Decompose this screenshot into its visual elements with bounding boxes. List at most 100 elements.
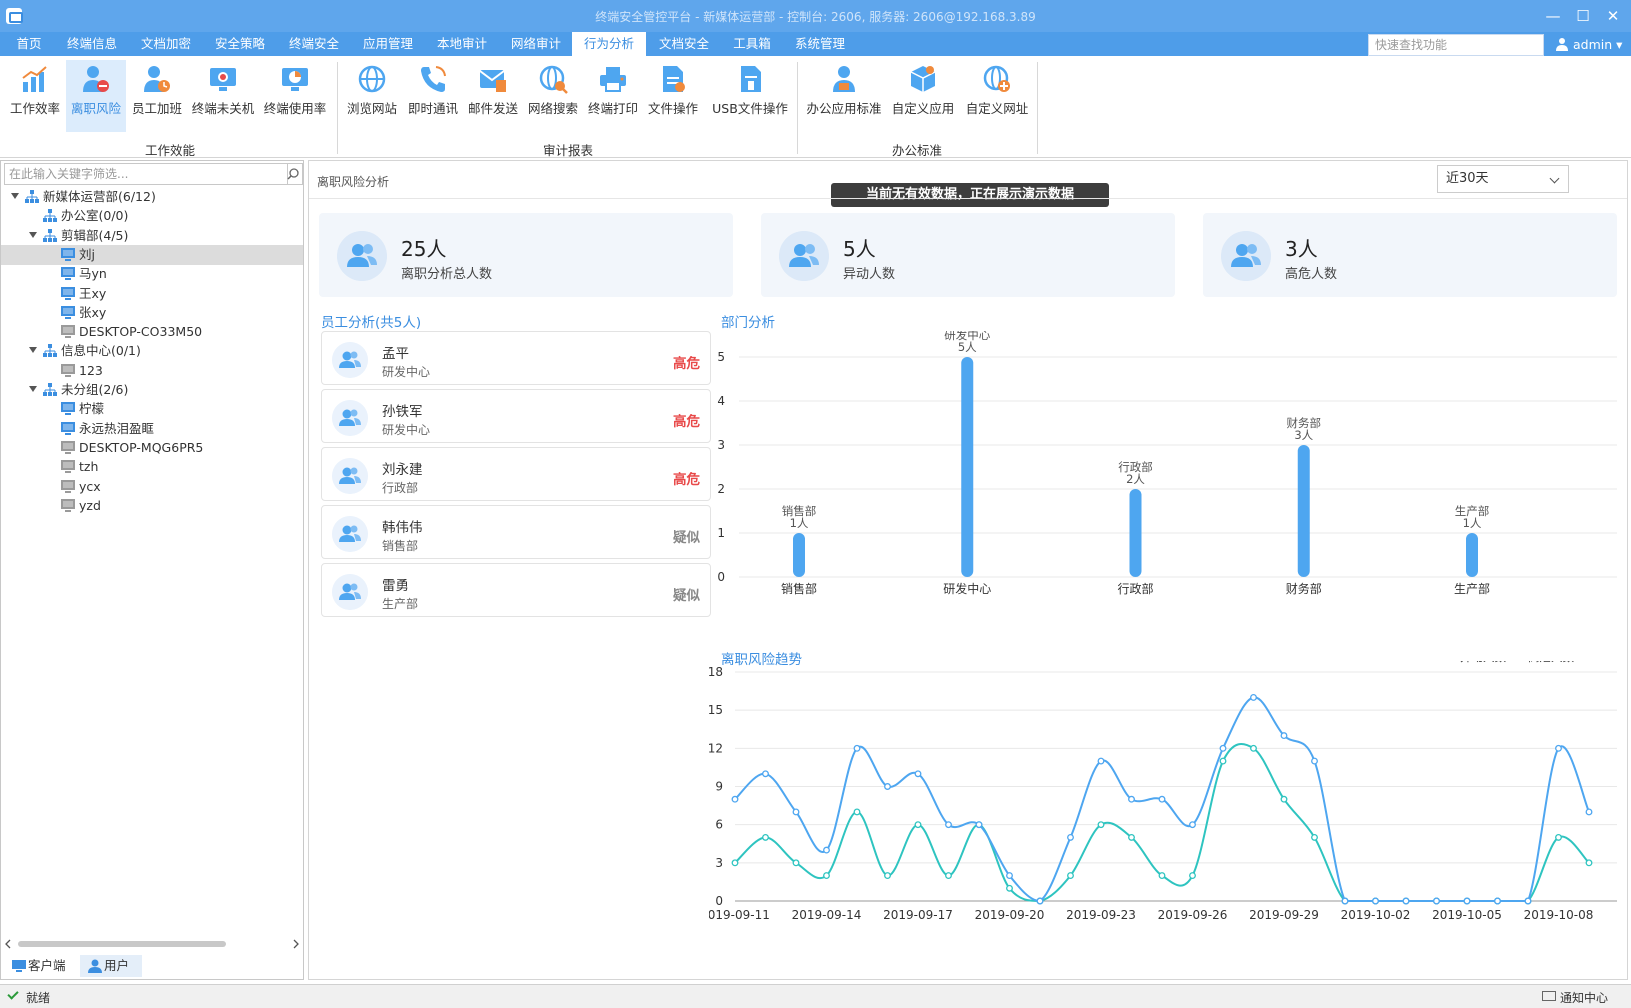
expand-arrow-icon[interactable]: [29, 231, 37, 238]
data-point[interactable]: [914, 821, 922, 829]
tree-group-node[interactable]: 剪辑部(4/5): [1, 226, 303, 246]
data-point[interactable]: [1250, 693, 1257, 701]
scroll-left-icon[interactable]: [5, 939, 11, 949]
data-point[interactable]: [1189, 872, 1196, 880]
data-point[interactable]: [792, 859, 800, 867]
data-point[interactable]: [914, 770, 922, 778]
data-point[interactable]: [884, 872, 891, 880]
data-point[interactable]: [1219, 757, 1227, 765]
ribbon-usb-file-button[interactable]: USB文件操作: [708, 60, 792, 132]
data-point[interactable]: [853, 744, 861, 752]
tab-user[interactable]: 用户: [80, 955, 142, 977]
tree-group-node[interactable]: 办公室(0/0): [1, 206, 303, 226]
tree-computer-node[interactable]: tzh: [1, 457, 303, 477]
data-point[interactable]: [1036, 897, 1044, 905]
data-point[interactable]: [823, 872, 830, 880]
maximize-button[interactable]: ☐: [1568, 4, 1598, 28]
tab-terminal-security[interactable]: 终端安全: [280, 32, 348, 56]
employee-card[interactable]: 刘永建 行政部 高危: [321, 447, 711, 501]
ribbon-file-op-button[interactable]: 文件操作: [644, 60, 702, 132]
data-point[interactable]: [762, 770, 769, 778]
scroll-right-icon[interactable]: [293, 939, 299, 949]
data-point[interactable]: [823, 846, 830, 854]
tab-security-policy[interactable]: 安全策略: [206, 32, 274, 56]
data-point[interactable]: [731, 795, 739, 803]
data-point[interactable]: [1280, 732, 1288, 740]
ribbon-work-efficiency-button[interactable]: 工作效率: [6, 60, 64, 132]
tree-group-node[interactable]: 未分组(2/6): [1, 380, 303, 400]
ribbon-terminal-not-off-button[interactable]: 终端未关机: [188, 60, 258, 132]
tab-home[interactable]: 首页: [4, 32, 54, 56]
employee-card[interactable]: 雷勇 生产部 疑似: [321, 563, 711, 617]
data-point[interactable]: [762, 833, 769, 841]
data-point[interactable]: [853, 808, 861, 816]
notification-center-button[interactable]: 通知中心: [1560, 989, 1608, 1006]
data-point[interactable]: [1067, 833, 1074, 841]
data-point[interactable]: [1128, 795, 1135, 803]
data-point[interactable]: [975, 821, 983, 829]
ribbon-print-button[interactable]: 终端打印: [584, 60, 642, 132]
tab-terminal-info[interactable]: 终端信息: [58, 32, 126, 56]
tree-filter-input[interactable]: 在此输入关键字筛选...: [4, 163, 288, 185]
data-point[interactable]: [1097, 757, 1105, 765]
tab-behavior-analysis[interactable]: 行为分析: [572, 32, 646, 56]
ribbon-browse-web-button[interactable]: 浏览网站: [344, 60, 400, 132]
tab-system-management[interactable]: 系统管理: [786, 32, 854, 56]
date-range-select[interactable]: 近30天: [1437, 165, 1569, 193]
minimize-button[interactable]: —: [1538, 4, 1568, 28]
bar[interactable]: [1129, 489, 1142, 577]
tree-computer-node[interactable]: 123: [1, 361, 303, 381]
scroll-thumb[interactable]: [18, 941, 226, 947]
ribbon-office-app-button[interactable]: 办公应用标准: [804, 60, 884, 132]
data-point[interactable]: [1524, 897, 1532, 905]
data-point[interactable]: [1250, 744, 1257, 752]
data-point[interactable]: [1494, 897, 1501, 905]
ribbon-mail-button[interactable]: 邮件发送: [464, 60, 522, 132]
expand-arrow-icon[interactable]: [11, 193, 19, 199]
data-point[interactable]: [1341, 897, 1349, 905]
tab-doc-encryption[interactable]: 文档加密: [132, 32, 200, 56]
data-point[interactable]: [945, 821, 952, 829]
bar[interactable]: [1466, 533, 1478, 577]
data-point[interactable]: [1311, 757, 1318, 765]
tree-computer-node[interactable]: 马yn: [1, 264, 303, 284]
data-point[interactable]: [1555, 744, 1562, 752]
ribbon-im-button[interactable]: 即时通讯: [404, 60, 462, 132]
data-point[interactable]: [1189, 821, 1196, 829]
ribbon-custom-app-button[interactable]: 自定义应用: [888, 60, 958, 132]
tree-group-node[interactable]: 新媒体运营部(6/12): [1, 187, 303, 207]
bar[interactable]: [793, 533, 805, 577]
data-point[interactable]: [1555, 833, 1562, 841]
data-point[interactable]: [1585, 859, 1593, 867]
data-point[interactable]: [1128, 833, 1135, 841]
data-point[interactable]: [884, 783, 891, 790]
data-point[interactable]: [1402, 897, 1410, 905]
employee-card[interactable]: 孟平 研发中心 高危: [321, 331, 711, 385]
data-point[interactable]: [1372, 897, 1379, 905]
data-point[interactable]: [1158, 795, 1166, 803]
data-point[interactable]: [1311, 833, 1318, 841]
tree-computer-node[interactable]: 王xy: [1, 284, 303, 304]
employee-card[interactable]: 韩伟伟 销售部 疑似: [321, 505, 711, 559]
tree-computer-node[interactable]: DESKTOP-MQG6PR5: [1, 438, 303, 458]
quick-search-input[interactable]: 快速查找功能: [1368, 34, 1544, 56]
bar[interactable]: [961, 357, 974, 577]
data-point[interactable]: [1067, 872, 1074, 880]
data-point[interactable]: [731, 859, 739, 867]
ribbon-web-search-button[interactable]: 网络搜索: [524, 60, 582, 132]
data-point[interactable]: [1463, 897, 1471, 905]
tree-filter-button[interactable]: [287, 163, 303, 185]
data-point[interactable]: [1006, 884, 1013, 892]
user-menu[interactable]: admin ▾: [1555, 35, 1622, 55]
tree-group-node[interactable]: 信息中心(0/1): [1, 341, 303, 361]
data-point[interactable]: [1158, 872, 1166, 880]
data-point[interactable]: [1280, 795, 1288, 803]
tree-computer-node[interactable]: yzd: [1, 496, 303, 516]
expand-arrow-icon[interactable]: [29, 347, 37, 354]
tab-toolbox[interactable]: 工具箱: [722, 32, 782, 56]
expand-arrow-icon[interactable]: [29, 386, 37, 392]
ribbon-resign-risk-button[interactable]: 离职风险: [66, 60, 126, 132]
ribbon-custom-url-button[interactable]: 自定义网址: [962, 60, 1032, 132]
bar[interactable]: [1297, 445, 1310, 577]
tab-doc-security[interactable]: 文档安全: [650, 32, 718, 56]
